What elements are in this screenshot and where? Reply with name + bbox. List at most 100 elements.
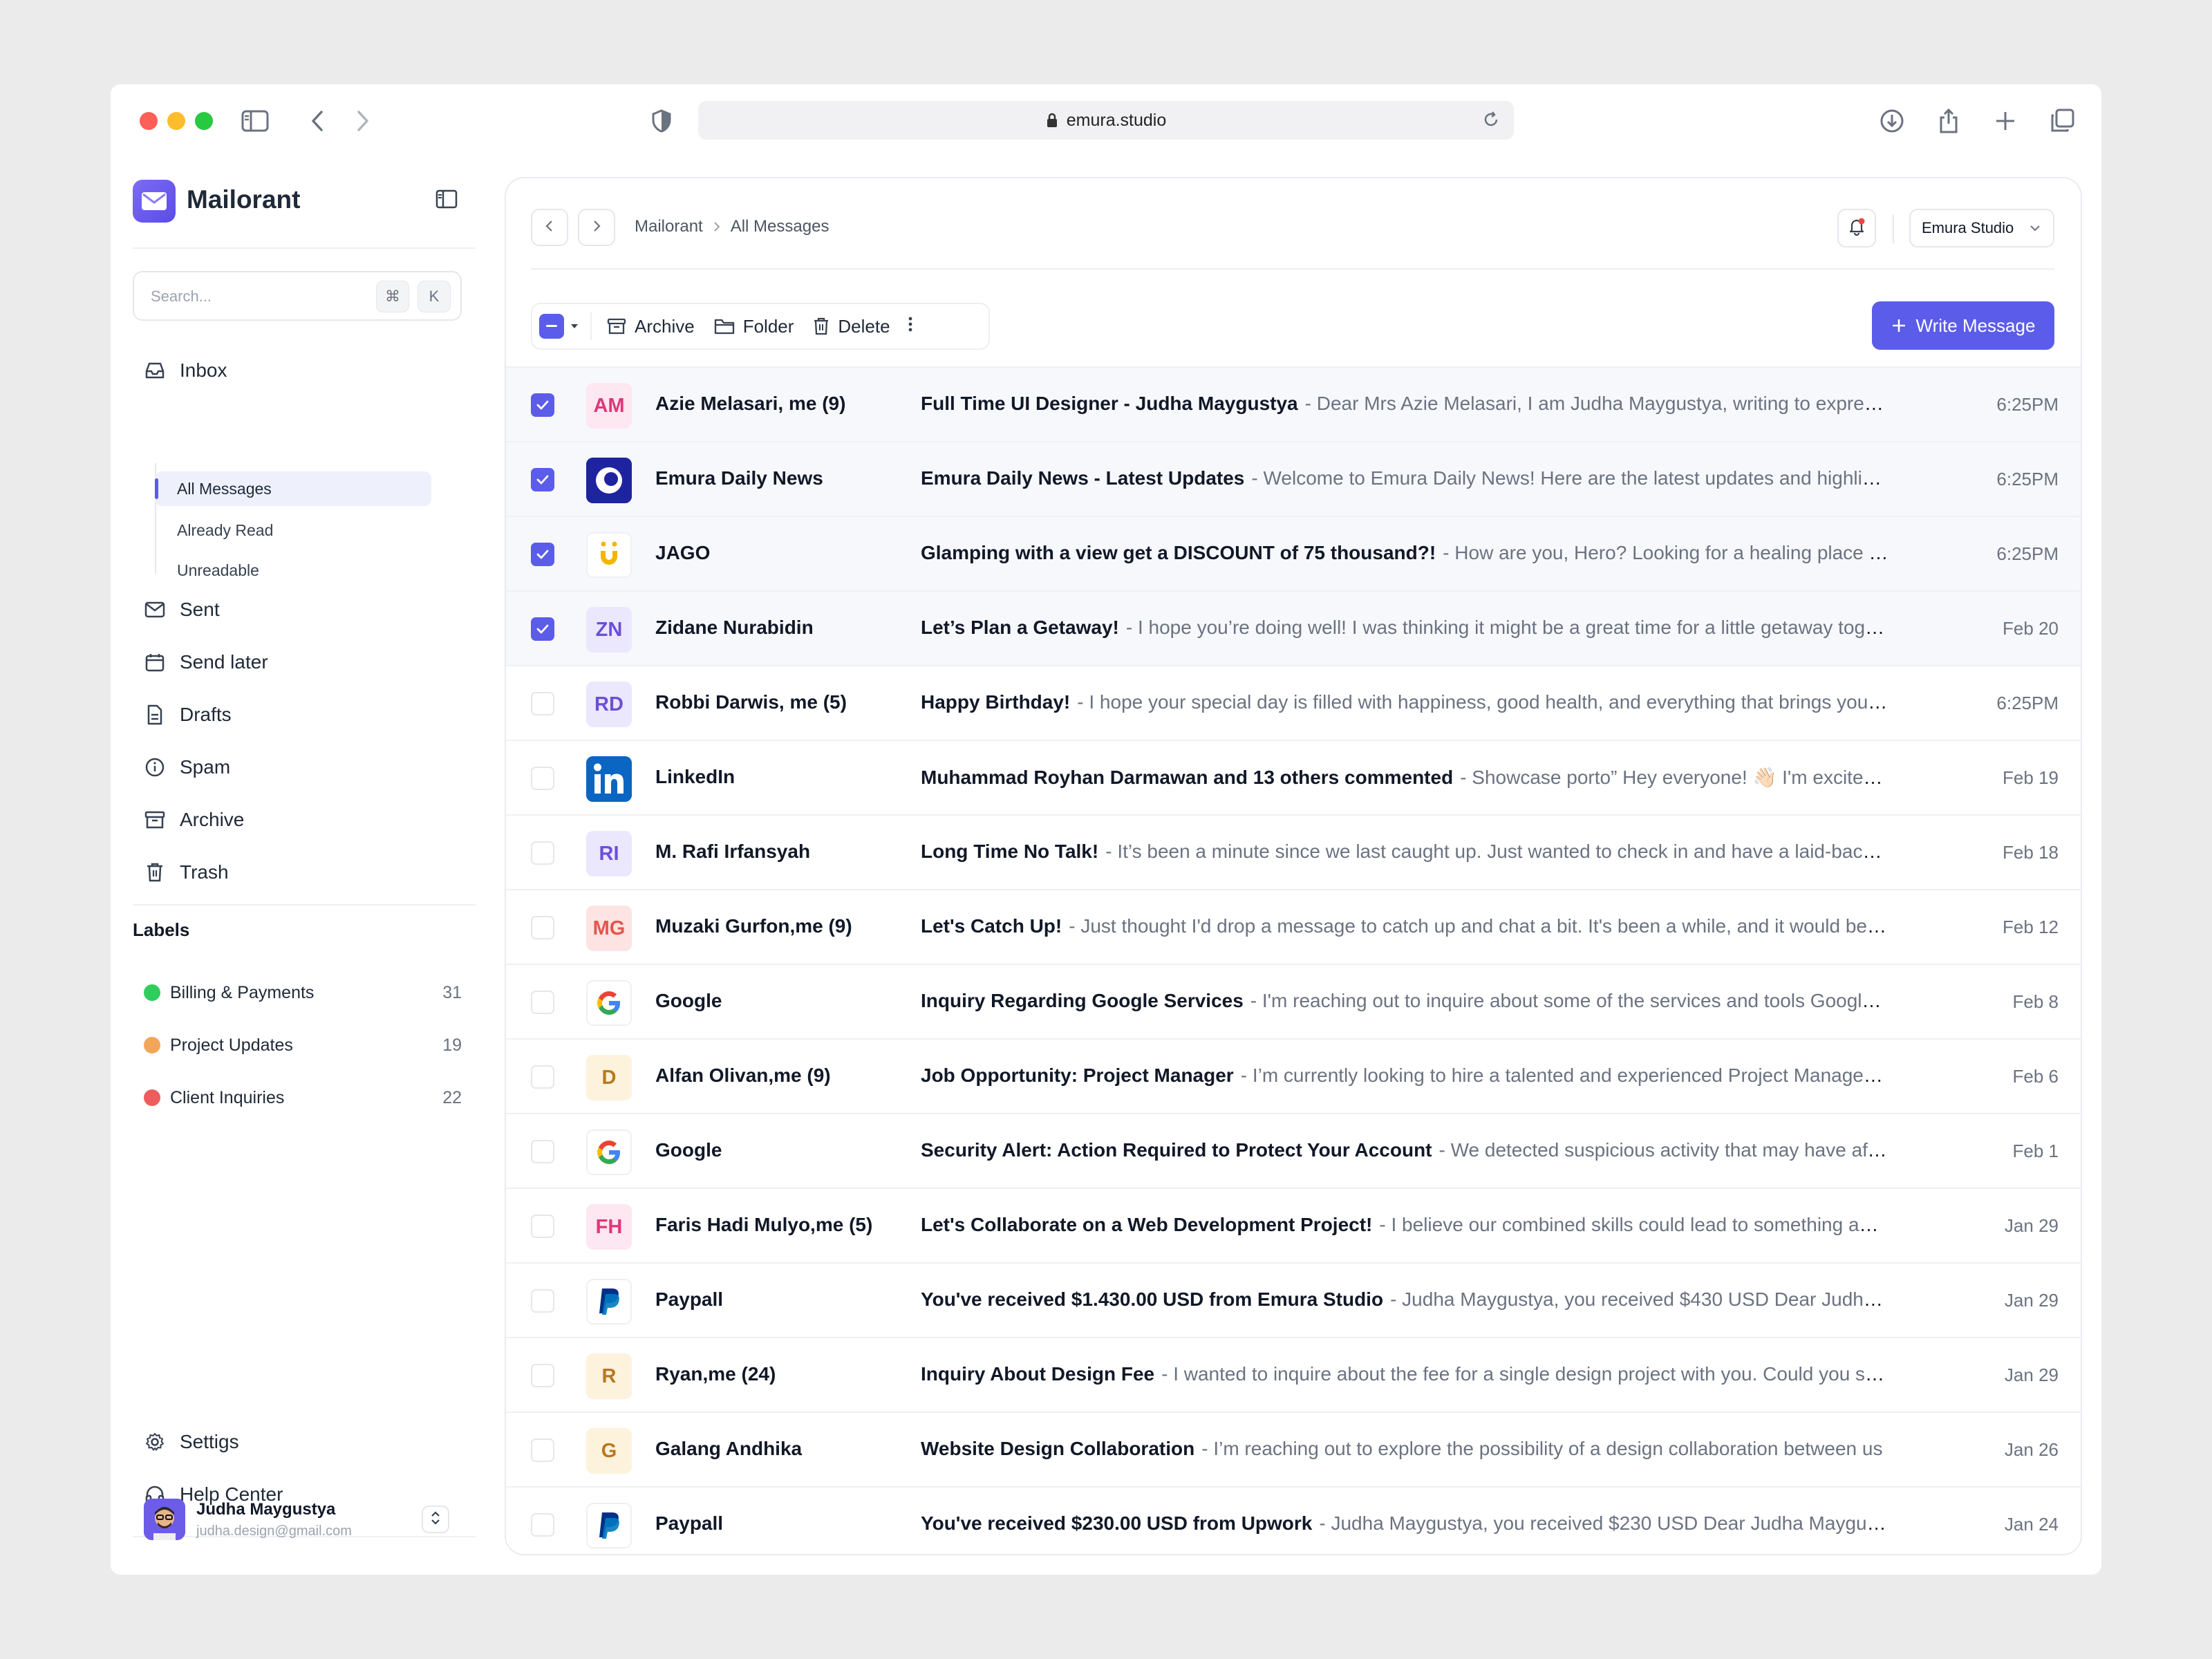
message-row[interactable]: FH Faris Hadi Mulyo,me (5) Let's Collabora… bbox=[506, 1188, 2081, 1262]
profile-name: Judha Maygustya bbox=[196, 1500, 336, 1519]
sidebar-item-unreadable[interactable]: Unreadable bbox=[177, 553, 259, 588]
message-row[interactable]: RD Robbi Darwis, me (5) Happy Birthday! I h… bbox=[506, 665, 2081, 740]
delete-button[interactable]: Delete bbox=[803, 308, 899, 344]
download-icon[interactable] bbox=[1876, 105, 1908, 137]
message-sender: Azie Melasari, me (9) bbox=[655, 393, 846, 414]
message-checkbox[interactable] bbox=[531, 1438, 554, 1462]
message-checkbox[interactable] bbox=[531, 1513, 554, 1537]
close-window-button[interactable] bbox=[140, 112, 158, 130]
label-count: 31 bbox=[442, 982, 462, 1002]
sender-avatar: ZN bbox=[586, 607, 632, 653]
sidebar-item-already-read[interactable]: Already Read bbox=[177, 513, 273, 547]
message-row[interactable]: Paypall You've received $230.00 USD from … bbox=[506, 1486, 2081, 1554]
message-row[interactable]: Emura Daily News Emura Daily News - Lates… bbox=[506, 441, 2081, 516]
sidebar-item-drafts[interactable]: Drafts bbox=[144, 695, 232, 734]
sidebar-item-archive[interactable]: Archive bbox=[144, 800, 244, 839]
message-row[interactable]: RI M. Rafi Irfansyah Long Time No Talk! It’… bbox=[506, 814, 2081, 889]
message-row[interactable]: R Ryan,me (24) Inquiry About Design Fee I w… bbox=[506, 1337, 2081, 1412]
message-time: Jan 29 bbox=[2004, 1215, 2059, 1236]
message-time: 6:25PM bbox=[1996, 693, 2059, 713]
workspace-select[interactable]: Emura Studio bbox=[1909, 209, 2054, 247]
sidebar-item-send-later[interactable]: Send later bbox=[144, 643, 268, 682]
message-checkbox[interactable] bbox=[531, 468, 554, 491]
sidebar-item-trash[interactable]: Trash bbox=[144, 853, 229, 892]
folder-button[interactable]: Folder bbox=[704, 308, 804, 344]
sidebar-item-label: Drafts bbox=[180, 704, 232, 725]
browser-forward-icon[interactable] bbox=[347, 105, 379, 137]
message-subject: Muhammad Royhan Darmawan and 13 others c… bbox=[921, 767, 1454, 788]
message-checkbox[interactable] bbox=[531, 916, 554, 939]
message-preview: Just thought I'd drop a message to catch… bbox=[1069, 915, 1888, 937]
message-checkbox[interactable] bbox=[531, 543, 554, 566]
select-all-checkbox[interactable] bbox=[539, 314, 564, 339]
message-checkbox[interactable] bbox=[531, 1065, 554, 1089]
sidebar-toggle-icon[interactable] bbox=[239, 105, 271, 137]
google-logo-icon bbox=[586, 980, 632, 1026]
collapse-sidebar-icon[interactable] bbox=[435, 189, 458, 212]
label-project-updates[interactable]: Project Updates 19 bbox=[144, 1030, 462, 1060]
maximize-window-button[interactable] bbox=[195, 112, 213, 130]
write-message-button[interactable]: Write Message bbox=[1872, 301, 2054, 350]
message-preview: I hope you’re doing well! I was thinking… bbox=[1126, 617, 1888, 638]
message-summary: Let’s Plan a Getaway! I hope you’re doing… bbox=[921, 617, 1888, 639]
sidebar-item-inbox[interactable]: Inbox bbox=[144, 351, 227, 390]
archive-button[interactable]: Archive bbox=[597, 308, 704, 344]
message-row[interactable]: JAGO Glamping with a view get a DISCOUNT … bbox=[506, 516, 2081, 590]
sidebar-item-settings[interactable]: Settigs bbox=[144, 1423, 239, 1461]
label-billing-payments[interactable]: Billing & Payments 31 bbox=[144, 977, 462, 1008]
message-row[interactable]: AM Azie Melasari, me (9) Full Time UI Desi… bbox=[506, 366, 2081, 441]
account-switcher-button[interactable] bbox=[422, 1506, 449, 1533]
sidebar-item-all-messages[interactable]: All Messages bbox=[155, 471, 431, 506]
inbox-icon bbox=[144, 359, 166, 382]
browser-toolbar: emura.studio bbox=[111, 84, 2101, 156]
message-checkbox[interactable] bbox=[531, 991, 554, 1014]
message-checkbox[interactable] bbox=[531, 841, 554, 865]
message-sender: LinkedIn bbox=[655, 766, 735, 787]
message-summary: Job Opportunity: Project Manager I’m curr… bbox=[921, 1065, 1888, 1087]
address-bar[interactable]: emura.studio bbox=[698, 101, 1514, 140]
message-row[interactable]: ZN Zidane Nurabidin Let’s Plan a Getaway! I… bbox=[506, 590, 2081, 665]
message-checkbox[interactable] bbox=[531, 1140, 554, 1163]
message-subject: Glamping with a view get a DISCOUNT of 7… bbox=[921, 542, 1436, 563]
message-checkbox[interactable] bbox=[531, 1215, 554, 1238]
message-checkbox[interactable] bbox=[531, 393, 554, 417]
message-row[interactable]: Paypall You've received $1.430.00 USD fro… bbox=[506, 1262, 2081, 1337]
message-row[interactable]: D Alfan Olivan,me (9) Job Opportunity: Pro… bbox=[506, 1038, 2081, 1113]
message-sender: Emura Daily News bbox=[655, 467, 823, 489]
header-separator bbox=[1893, 214, 1894, 243]
minimize-window-button[interactable] bbox=[167, 112, 185, 130]
forward-button[interactable] bbox=[578, 209, 615, 246]
message-row[interactable]: LinkedIn Muhammad Royhan Darmawan and 13 … bbox=[506, 740, 2081, 814]
sidebar-item-spam[interactable]: Spam bbox=[144, 748, 230, 787]
breadcrumb-item-mailorant[interactable]: Mailorant bbox=[635, 217, 703, 236]
sidebar-item-label: Archive bbox=[180, 809, 245, 830]
message-row[interactable]: G Galang Andhika Website Design Collaborat… bbox=[506, 1412, 2081, 1486]
reload-icon[interactable] bbox=[1482, 111, 1500, 129]
message-row[interactable]: MG Muzaki Gurfon,me (9) Let's Catch Up! Jus… bbox=[506, 889, 2081, 964]
label-name: Billing & Payments bbox=[170, 982, 315, 1002]
message-checkbox[interactable] bbox=[531, 1289, 554, 1313]
search-input[interactable] bbox=[151, 285, 358, 308]
notifications-button[interactable] bbox=[1837, 209, 1876, 247]
caret-down-icon[interactable] bbox=[570, 323, 579, 330]
message-row[interactable]: GoogleInquiry Regarding Google ServicesI… bbox=[506, 964, 2081, 1038]
message-checkbox[interactable] bbox=[531, 767, 554, 790]
breadcrumb-item-all-messages[interactable]: All Messages bbox=[731, 217, 830, 236]
linkedin-logo-icon bbox=[586, 756, 632, 802]
label-client-inquiries[interactable]: Client Inquiries 22 bbox=[144, 1082, 462, 1113]
more-options-button[interactable] bbox=[900, 308, 921, 344]
message-summary: Full Time UI Designer - Judha Maygustya D… bbox=[921, 393, 1888, 415]
browser-back-icon[interactable] bbox=[301, 105, 333, 137]
avatar[interactable] bbox=[144, 1499, 185, 1540]
back-button[interactable] bbox=[531, 209, 568, 246]
share-icon[interactable] bbox=[1933, 105, 1965, 137]
privacy-shield-icon[interactable] bbox=[646, 105, 677, 137]
tab-overview-icon[interactable] bbox=[2046, 105, 2078, 137]
message-row[interactable]: Google Security Alert: Action Required to… bbox=[506, 1113, 2081, 1188]
sidebar-item-label: Trash bbox=[180, 861, 229, 883]
message-checkbox[interactable] bbox=[531, 617, 554, 641]
message-checkbox[interactable] bbox=[531, 1364, 554, 1387]
new-tab-icon[interactable] bbox=[1989, 105, 2021, 137]
sidebar-item-sent[interactable]: Sent bbox=[144, 590, 220, 629]
message-checkbox[interactable] bbox=[531, 692, 554, 715]
